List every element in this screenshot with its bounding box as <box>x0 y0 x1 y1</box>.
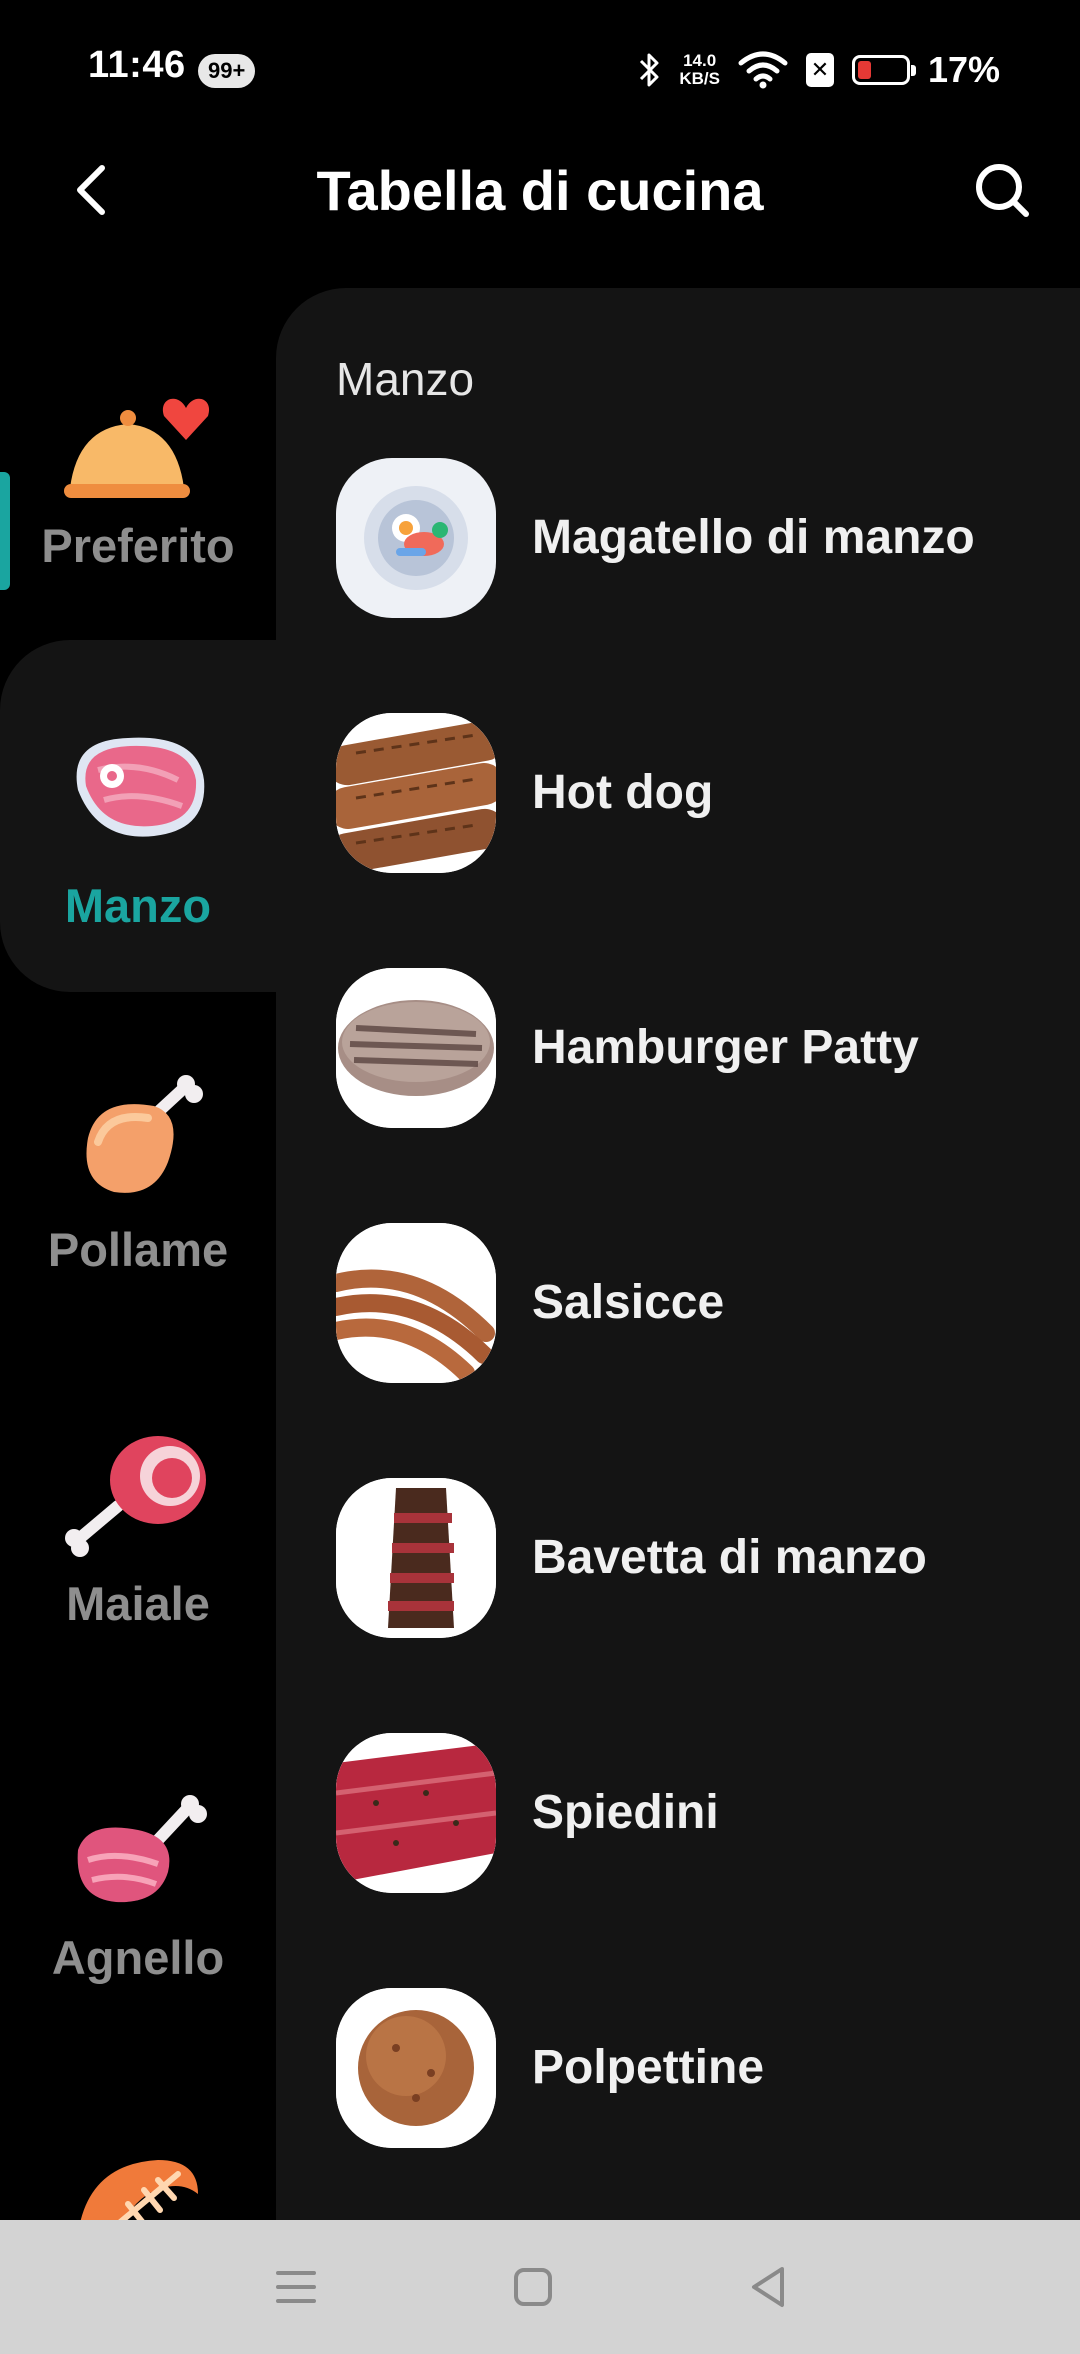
sausages-photo <box>336 1223 496 1383</box>
lamb-leg-icon <box>77 1795 207 1903</box>
category-maiale[interactable]: Maiale <box>0 1346 276 1686</box>
category-preferito[interactable]: Preferito <box>0 288 276 628</box>
pork-ham-icon <box>65 1436 206 1557</box>
battery-icon <box>851 55 916 85</box>
food-item-magatello[interactable]: Magatello di manzo <box>336 458 1056 618</box>
food-item-polpettine[interactable]: Polpettine <box>336 1988 1056 2148</box>
grilled-sausages-photo <box>336 713 496 873</box>
food-item-name: Salsicce <box>532 1276 725 1329</box>
meatball-photo <box>336 1988 496 2148</box>
home-button[interactable] <box>503 2257 563 2317</box>
bluetooth-icon <box>640 53 659 87</box>
food-item-hamburger-patty[interactable]: Hamburger Patty <box>336 968 1056 1128</box>
sliced-steak-photo <box>336 1478 496 1638</box>
category-label: Preferito <box>41 519 235 572</box>
back-icon <box>752 2267 784 2307</box>
beef-steak-icon <box>76 737 205 837</box>
status-icons: 14.0 KB/S ✕ 17% <box>637 44 1000 96</box>
search-icon <box>976 164 1029 217</box>
category-sidebar: Preferito Manzo Pollame Maiale Agnello <box>0 288 276 2220</box>
burger-patty-photo <box>336 968 496 1128</box>
food-item-name: Magatello di manzo <box>532 511 975 564</box>
food-item-hot-dog[interactable]: Hot dog <box>336 713 1056 873</box>
system-back-button[interactable] <box>740 2257 800 2317</box>
status-bar: 11:46 99+ 14.0 KB/S ✕ 17% <box>0 0 1080 140</box>
system-nav-bar <box>0 2220 1080 2354</box>
notification-badge: 99+ <box>198 54 256 88</box>
status-time: 11:46 <box>88 44 186 86</box>
food-item-name: Spiedini <box>532 1786 719 1839</box>
no-sim-icon: ✕ <box>805 53 834 87</box>
net-speed-unit: KB/S <box>679 69 720 88</box>
net-speed: 14.0 KB/S <box>679 52 720 88</box>
category-label: Pollame <box>47 1223 229 1276</box>
food-item-salsicce[interactable]: Salsicce <box>336 1223 1056 1383</box>
category-pesce[interactable] <box>0 2054 276 2220</box>
chicken-leg-icon <box>86 1075 203 1193</box>
category-agnello[interactable]: Agnello <box>0 1700 276 2040</box>
food-item-name: Bavetta di manzo <box>532 1531 927 1584</box>
food-item-bavetta[interactable]: Bavetta di manzo <box>336 1478 1056 1638</box>
search-button[interactable] <box>966 154 1038 226</box>
fish-icon <box>80 2160 198 2220</box>
food-item-spiedini[interactable]: Spiedini <box>336 1733 1056 1893</box>
plated-dish-icon <box>336 458 496 618</box>
page-title: Tabella di cucina <box>316 159 764 222</box>
menu-icon <box>276 2271 316 2303</box>
raw-beef-photo <box>336 1733 496 1893</box>
category-pollame[interactable]: Pollame <box>0 992 276 1332</box>
active-category-indicator <box>0 472 10 590</box>
category-label: Agnello <box>51 1931 225 1984</box>
favorite-dish-icon <box>64 398 210 498</box>
category-label: Manzo <box>64 879 212 932</box>
section-title: Manzo <box>336 353 475 405</box>
category-manzo[interactable]: Manzo <box>0 640 276 992</box>
food-list-panel: Manzo Magatello di manzo Hot dog Hamburg… <box>276 288 1080 2220</box>
wifi-icon <box>738 51 788 89</box>
battery-percent: 17% <box>927 49 1000 90</box>
net-speed-value: 14.0 <box>683 51 717 70</box>
food-item-name: Hamburger Patty <box>532 1021 919 1074</box>
food-item-name: Polpettine <box>532 2041 765 2094</box>
menu-button[interactable] <box>266 2257 326 2317</box>
home-icon <box>514 2268 552 2306</box>
app-header: Tabella di cucina <box>0 140 1080 240</box>
food-item-name: Hot dog <box>532 766 714 819</box>
category-label: Maiale <box>66 1577 210 1630</box>
